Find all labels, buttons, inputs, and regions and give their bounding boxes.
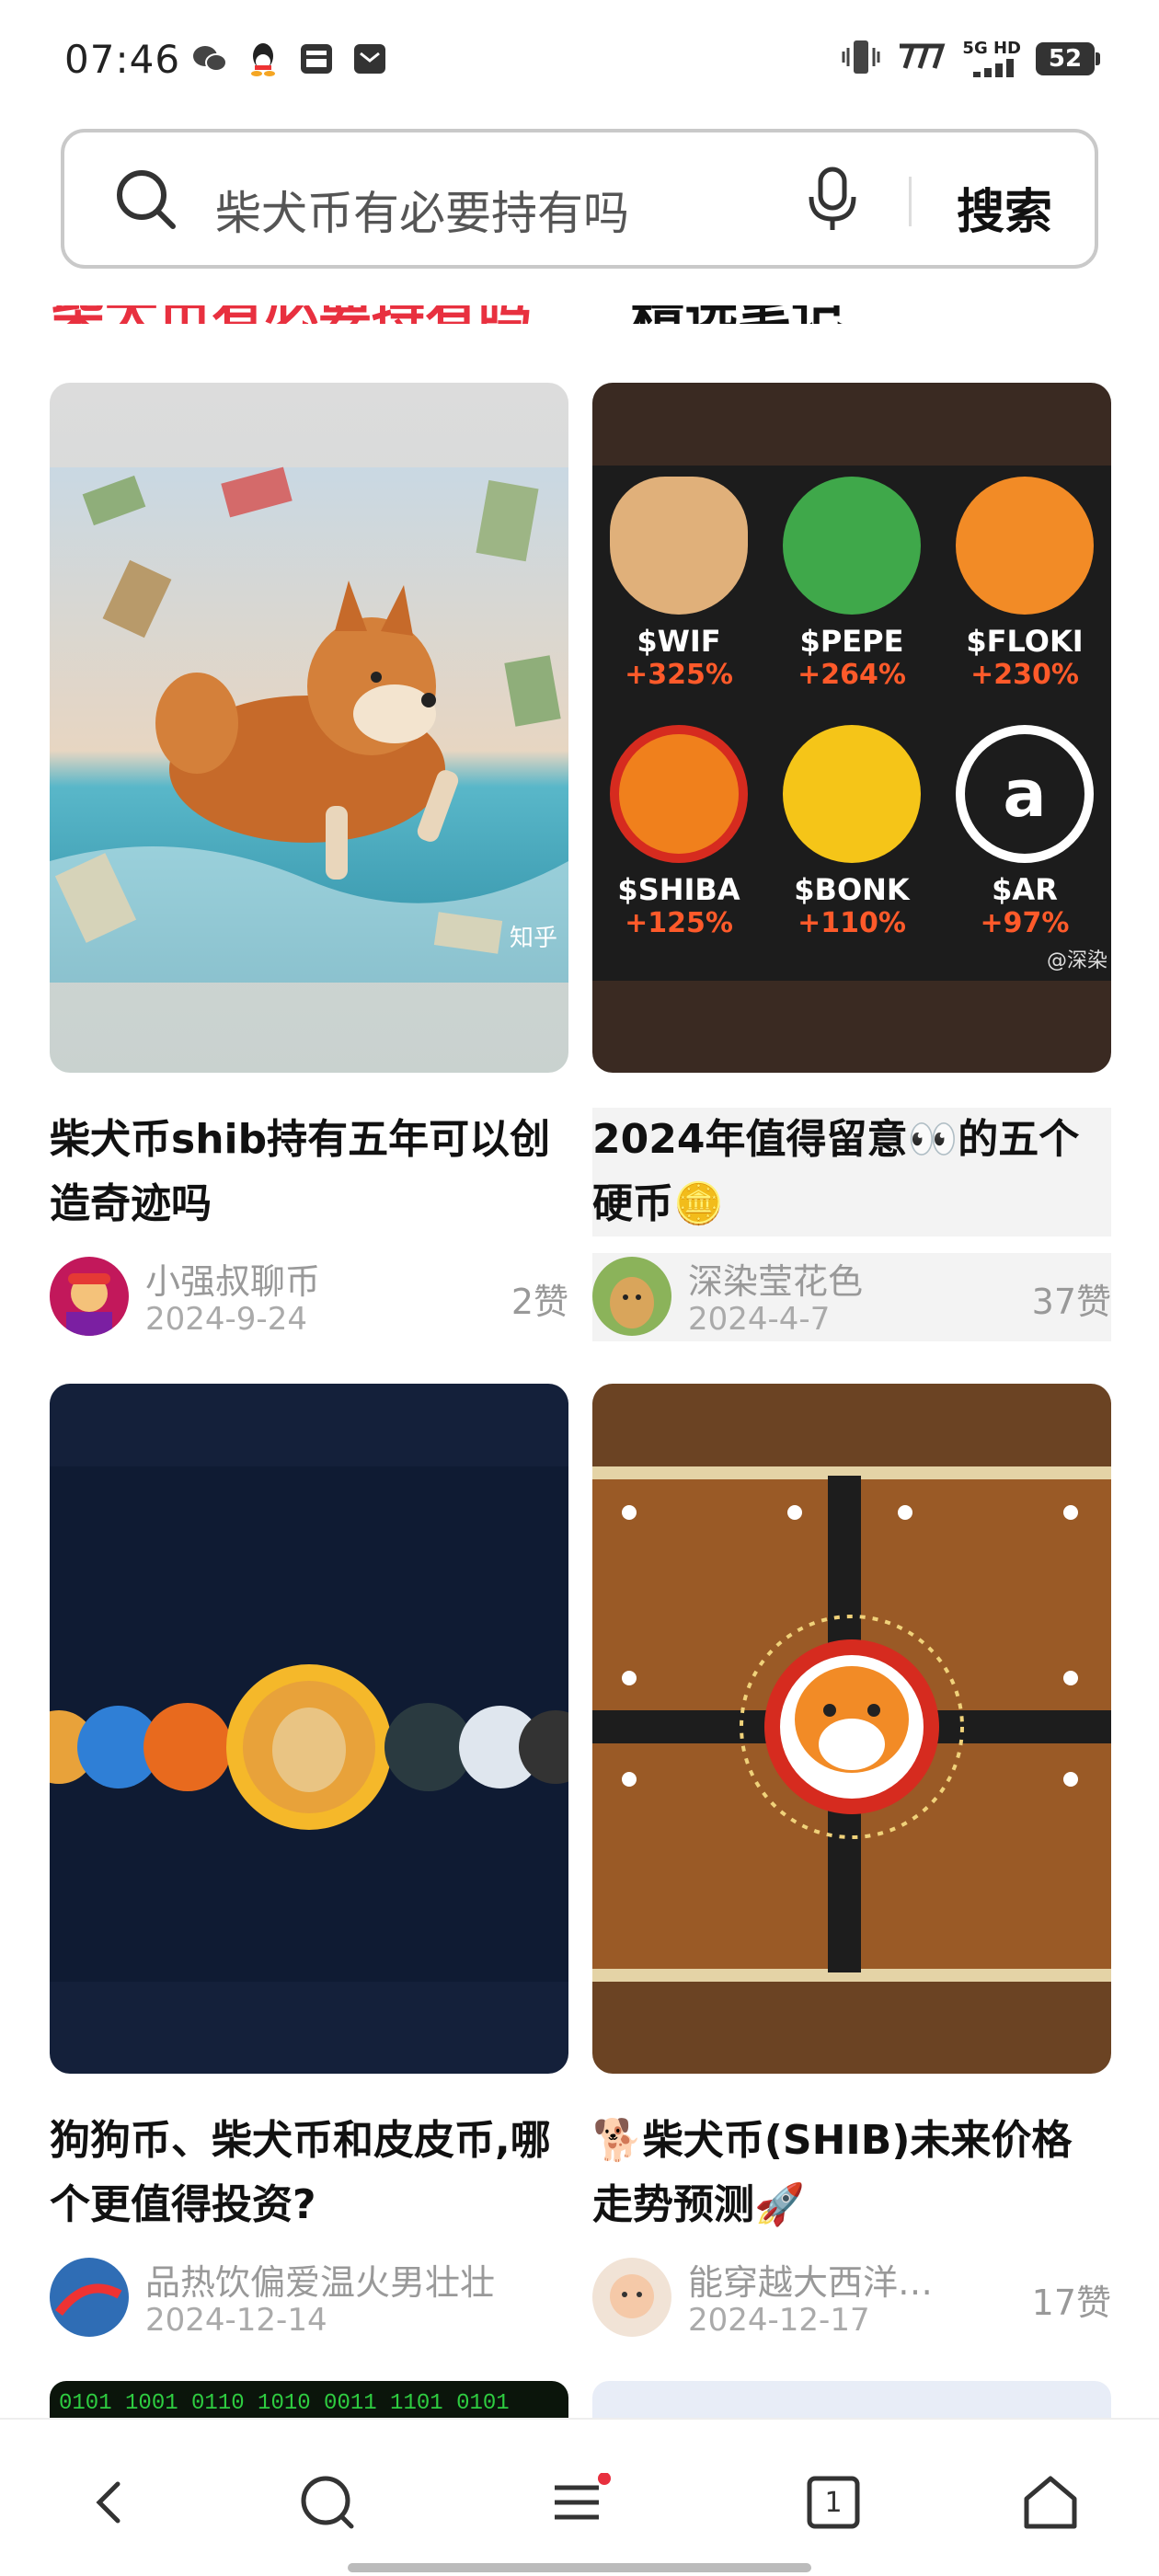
avatar[interactable] [50,1257,129,1336]
search-button[interactable]: 搜索 [957,173,1052,242]
home-indicator[interactable] [348,2563,811,2572]
note-title[interactable]: 柴犬币shib持有五年可以创造奇迹吗 [50,1108,568,1236]
tabs-icon[interactable]: 1 [797,2466,870,2539]
image-watermark: @深染 [1046,949,1107,972]
author-name[interactable]: 品热饮偏爱温火男壮壮 [145,2254,495,2305]
note-card-peek[interactable]: 0101 1001 0110 1010 0011 1101 0101 [50,2381,568,2418]
menu-icon[interactable] [543,2466,616,2539]
home-icon[interactable] [1014,2466,1087,2539]
tab-query[interactable]: 柴犬币有必要持有吗 [52,305,532,324]
search-icon[interactable] [291,2466,364,2539]
note-title[interactable]: 狗狗币、柴犬币和皮皮币,哪个更值得投资? [50,2109,568,2237]
search-bar[interactable]: 柴犬币有必要持有吗 搜索 [61,129,1098,269]
note-card[interactable]: 🐕柴犬币(SHIB)未来价格走势预测🚀 能穿越大西洋… 2024-12-17 1… [592,1384,1111,2342]
coin-grid: $WIF +325% $PEPE +264% $FLOKI +230% $SHI… [592,466,1111,981]
tab-row: 柴犬币有必要持有吗 精选笔记 [0,305,1159,324]
author-name[interactable]: 能穿越大西洋… [688,2254,933,2305]
note-image[interactable] [50,1384,568,2074]
note-image[interactable] [592,1384,1111,2074]
image-watermark: 知乎 [510,924,557,951]
coin-item: $PEPE +264% [765,466,938,714]
post-date: 2024-12-17 [688,2302,870,2339]
qq-icon [245,42,281,76]
post-date: 2024-12-14 [145,2302,327,2339]
note-title[interactable]: 2024年值得留意👀的五个硬币🪙 [592,1108,1111,1236]
search-icon [114,167,178,236]
post-date: 2024-4-7 [688,1301,831,1338]
pepe-icon [783,477,921,615]
note-card[interactable]: $WIF +325% $PEPE +264% $FLOKI +230% $SHI… [592,383,1111,1341]
like-count[interactable]: 17赞 [1032,2274,1111,2325]
coin-item: $BONK +110% [765,714,938,962]
author-name[interactable]: 小强叔聊币 [145,1253,320,1304]
search-divider [909,177,912,226]
avatar[interactable] [592,1257,671,1336]
status-bar: 07:46 5G HD 52 [0,0,1159,123]
inbox-icon [298,42,335,75]
avatar[interactable] [50,2258,129,2337]
floki-icon [956,477,1094,615]
vibrate-icon [841,39,881,79]
note-meta: 深染莹花色 2024-4-7 37赞 [592,1253,1111,1341]
note-card[interactable]: 狗狗币、柴犬币和皮皮币,哪个更值得投资? 品热饮偏爱温火男壮壮 2024-12-… [50,1384,568,2342]
note-card[interactable]: 知乎 柴犬币shib持有五年可以创造奇迹吗 小强叔聊币 2024-9-24 2赞 [50,383,568,1341]
note-card-peek[interactable] [592,2381,1111,2418]
coin-item: $FLOKI +230% [938,466,1111,714]
tab-count: 1 [824,2486,843,2519]
signal-icon: 5G HD [962,40,1021,77]
wif-icon [610,477,748,615]
coin-item: $WIF +325% [592,466,765,714]
battery-icon: 52 [1036,42,1100,75]
message-icon [351,42,388,75]
bonk-icon [783,725,921,863]
note-title[interactable]: 🐕柴犬币(SHIB)未来价格走势预测🚀 [592,2109,1111,2237]
search-input[interactable]: 柴犬币有必要持有吗 [215,177,629,243]
coin-item: $SHIBA +125% [592,714,765,962]
note-image[interactable]: $WIF +325% $PEPE +264% $FLOKI +230% $SHI… [592,383,1111,1073]
note-meta: 能穿越大西洋… 2024-12-17 17赞 [592,2254,1111,2342]
tab-featured-notes[interactable]: 精选笔记 [631,305,844,324]
wechat-icon [191,42,228,75]
avatar[interactable] [592,2258,671,2337]
system-status-icons: 5G HD 52 [841,39,1100,79]
notification-icons [191,42,388,76]
status-time: 07:46 [64,37,181,82]
note-image[interactable]: 知乎 [50,383,568,1073]
note-meta: 品热饮偏爱温火男壮壮 2024-12-14 [50,2254,568,2342]
note-meta: 小强叔聊币 2024-9-24 2赞 [50,1253,568,1341]
author-name[interactable]: 深染莹花色 [688,1253,863,1304]
shiba-icon [610,725,748,863]
network-speed-icon [896,42,947,75]
like-count[interactable]: 37赞 [1032,1273,1111,1324]
ar-icon: a [956,725,1094,863]
svg-text:0101 1001 0110 1010 0011 1101: 0101 1001 0110 1010 0011 1101 0101 [59,2391,510,2416]
bottom-navigation: 1 [0,2418,1159,2576]
like-count[interactable]: 2赞 [511,1273,568,1324]
coin-item: a $AR +97% [938,714,1111,962]
microphone-icon[interactable] [800,166,865,237]
post-date: 2024-9-24 [145,1301,307,1338]
back-icon[interactable] [74,2466,147,2539]
